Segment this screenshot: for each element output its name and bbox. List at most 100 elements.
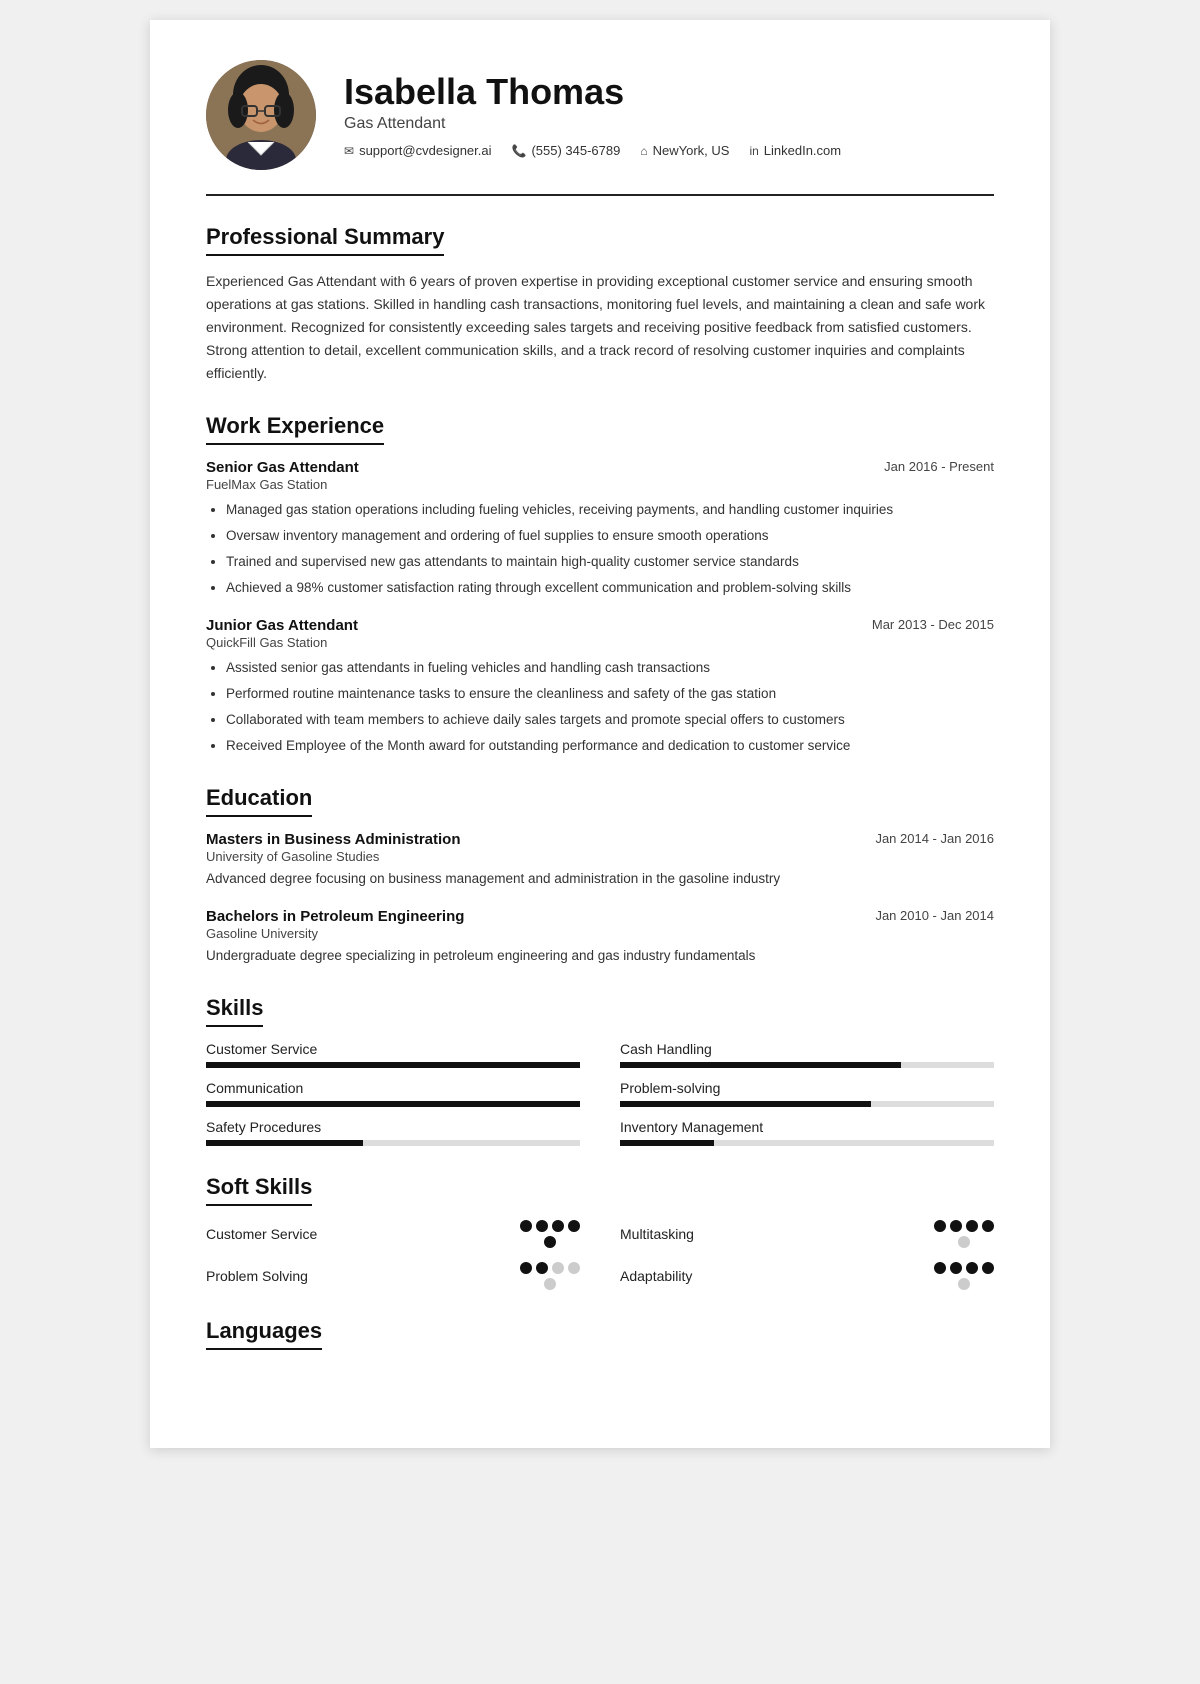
skill-safety-procedures-fill: [206, 1140, 363, 1146]
dot: [568, 1220, 580, 1232]
skill-customer-service-label: Customer Service: [206, 1041, 580, 1057]
edu-1-degree: Masters in Business Administration: [206, 831, 461, 848]
header-info: Isabella Thomas Gas Attendant ✉ support@…: [344, 72, 994, 159]
edu-2-desc: Undergraduate degree specializing in pet…: [206, 946, 994, 967]
candidate-title: Gas Attendant: [344, 115, 994, 133]
dot: [568, 1262, 580, 1274]
dot: [520, 1262, 532, 1274]
dot: [950, 1262, 962, 1274]
skill-communication-bar: [206, 1101, 580, 1107]
job-2: Junior Gas Attendant Mar 2013 - Dec 2015…: [206, 617, 994, 757]
resume-container: Isabella Thomas Gas Attendant ✉ support@…: [150, 20, 1050, 1448]
email-text: support@cvdesigner.ai: [359, 143, 491, 158]
skill-safety-procedures: Safety Procedures: [206, 1119, 580, 1146]
edu-1: Masters in Business Administration Jan 2…: [206, 831, 994, 890]
dot: [536, 1262, 548, 1274]
location-text: NewYork, US: [653, 143, 730, 158]
soft-skill-problem-solving-label: Problem Solving: [206, 1268, 308, 1284]
dot: [536, 1220, 548, 1232]
skill-inventory-management-bar: [620, 1140, 994, 1146]
dot: [950, 1220, 962, 1232]
job-1-title: Senior Gas Attendant: [206, 459, 359, 476]
contact-linkedin: in LinkedIn.com: [749, 143, 841, 158]
header: Isabella Thomas Gas Attendant ✉ support@…: [206, 60, 994, 196]
dot: [966, 1220, 978, 1232]
skills-grid: Customer Service Cash Handling Communica…: [206, 1041, 994, 1146]
dot: [958, 1278, 970, 1290]
edu-2: Bachelors in Petroleum Engineering Jan 2…: [206, 908, 994, 967]
skill-cash-handling: Cash Handling: [620, 1041, 994, 1068]
job-1: Senior Gas Attendant Jan 2016 - Present …: [206, 459, 994, 599]
job-1-bullet-2: Oversaw inventory management and orderin…: [226, 526, 994, 547]
job-2-bullet-3: Collaborated with team members to achiev…: [226, 710, 994, 731]
skill-customer-service-bar: [206, 1062, 580, 1068]
soft-skills-grid: Customer Service Multitasking: [206, 1220, 994, 1290]
email-icon: ✉: [344, 144, 354, 158]
work-experience-section: Work Experience Senior Gas Attendant Jan…: [206, 413, 994, 756]
skill-communication: Communication: [206, 1080, 580, 1107]
skill-communication-label: Communication: [206, 1080, 580, 1096]
contact-phone: 📞 (555) 345-6789: [512, 143, 621, 158]
soft-skill-adaptability: Adaptability: [620, 1262, 994, 1290]
soft-skill-problem-solving: Problem Solving: [206, 1262, 580, 1290]
dot: [544, 1236, 556, 1248]
dot: [958, 1236, 970, 1248]
skill-problem-solving-bar: [620, 1101, 994, 1107]
job-2-date: Mar 2013 - Dec 2015: [872, 617, 994, 632]
skill-cash-handling-bar: [620, 1062, 994, 1068]
soft-skill-multitasking-dots: [934, 1220, 994, 1248]
dot: [934, 1262, 946, 1274]
edu-2-date: Jan 2010 - Jan 2014: [875, 908, 994, 923]
soft-skill-adaptability-dots: [934, 1262, 994, 1290]
dot: [934, 1220, 946, 1232]
skills-section: Skills Customer Service Cash Handling Co…: [206, 995, 994, 1146]
professional-summary-section: Professional Summary Experienced Gas Att…: [206, 224, 994, 385]
skill-problem-solving-label: Problem-solving: [620, 1080, 994, 1096]
education-title: Education: [206, 785, 312, 817]
job-2-header: Junior Gas Attendant Mar 2013 - Dec 2015: [206, 617, 994, 634]
skill-customer-service-fill: [206, 1062, 580, 1068]
soft-skills-section: Soft Skills Customer Service: [206, 1174, 994, 1290]
skill-cash-handling-label: Cash Handling: [620, 1041, 994, 1057]
dot: [552, 1262, 564, 1274]
job-2-bullet-1: Assisted senior gas attendants in fuelin…: [226, 658, 994, 679]
edu-2-header: Bachelors in Petroleum Engineering Jan 2…: [206, 908, 994, 925]
job-1-bullet-4: Achieved a 98% customer satisfaction rat…: [226, 578, 994, 599]
skill-inventory-management-fill: [620, 1140, 714, 1146]
job-1-bullet-1: Managed gas station operations including…: [226, 500, 994, 521]
job-2-title: Junior Gas Attendant: [206, 617, 358, 634]
soft-skill-multitasking-label: Multitasking: [620, 1226, 694, 1242]
dot: [982, 1262, 994, 1274]
professional-summary-text: Experienced Gas Attendant with 6 years o…: [206, 270, 994, 385]
edu-2-degree: Bachelors in Petroleum Engineering: [206, 908, 464, 925]
skill-cash-handling-fill: [620, 1062, 901, 1068]
soft-skill-customer-service: Customer Service: [206, 1220, 580, 1248]
skill-safety-procedures-label: Safety Procedures: [206, 1119, 580, 1135]
phone-icon: 📞: [512, 144, 527, 158]
linkedin-icon: in: [749, 144, 758, 158]
contact-location: ⌂ NewYork, US: [640, 143, 729, 158]
soft-skill-problem-solving-dots: [520, 1262, 580, 1290]
phone-text: (555) 345-6789: [531, 143, 620, 158]
dot: [520, 1220, 532, 1232]
languages-title: Languages: [206, 1318, 322, 1350]
dot: [982, 1220, 994, 1232]
job-1-date: Jan 2016 - Present: [884, 459, 994, 474]
skill-communication-fill: [206, 1101, 580, 1107]
languages-section: Languages: [206, 1318, 994, 1364]
skill-inventory-management-label: Inventory Management: [620, 1119, 994, 1135]
candidate-name: Isabella Thomas: [344, 72, 994, 112]
job-1-company: FuelMax Gas Station: [206, 477, 994, 492]
edu-1-header: Masters in Business Administration Jan 2…: [206, 831, 994, 848]
soft-skill-multitasking: Multitasking: [620, 1220, 994, 1248]
work-experience-title: Work Experience: [206, 413, 384, 445]
skill-safety-procedures-bar: [206, 1140, 580, 1146]
dot: [552, 1220, 564, 1232]
soft-skill-adaptability-label: Adaptability: [620, 1268, 692, 1284]
job-2-company: QuickFill Gas Station: [206, 635, 994, 650]
job-2-bullets: Assisted senior gas attendants in fuelin…: [206, 658, 994, 757]
dot: [544, 1278, 556, 1290]
soft-skills-title: Soft Skills: [206, 1174, 312, 1206]
education-section: Education Masters in Business Administra…: [206, 785, 994, 967]
location-icon: ⌂: [640, 144, 647, 158]
